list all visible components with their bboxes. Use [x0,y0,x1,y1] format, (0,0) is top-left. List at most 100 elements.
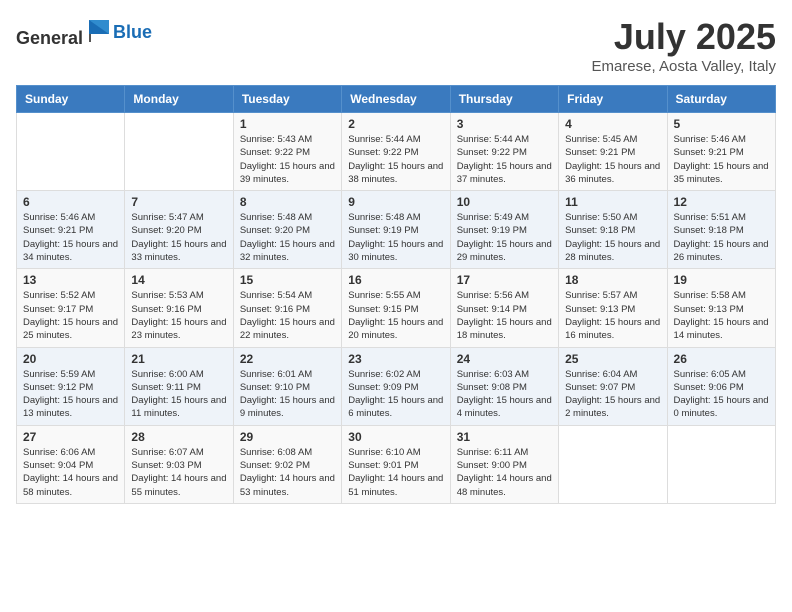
calendar-day-cell [17,113,125,191]
day-number: 10 [457,195,552,209]
calendar-day-cell: 27 Sunrise: 6:06 AMSunset: 9:04 PMDayligh… [17,425,125,503]
day-info: Sunrise: 5:51 AMSunset: 9:18 PMDaylight:… [674,211,769,264]
logo-text-blue: Blue [113,22,152,43]
calendar-day-cell: 1 Sunrise: 5:43 AMSunset: 9:22 PMDaylight… [233,113,341,191]
day-info: Sunrise: 5:45 AMSunset: 9:21 PMDaylight:… [565,133,660,186]
logo-flag-icon [85,16,113,44]
day-info: Sunrise: 5:52 AMSunset: 9:17 PMDaylight:… [23,289,118,342]
calendar-day-cell [667,425,775,503]
calendar-week-row: 27 Sunrise: 6:06 AMSunset: 9:04 PMDayligh… [17,425,776,503]
weekday-header-sunday: Sunday [17,86,125,113]
day-number: 11 [565,195,660,209]
calendar-day-cell: 18Sunrise: 5:57 AMSunset: 9:13 PMDayligh… [559,269,667,347]
weekday-header-monday: Monday [125,86,233,113]
day-number: 31 [457,430,552,444]
calendar-table: SundayMondayTuesdayWednesdayThursdayFrid… [16,85,776,504]
day-info: Sunrise: 5:50 AMSunset: 9:18 PMDaylight:… [565,211,660,264]
day-info: Sunrise: 6:06 AMSunset: 9:04 PMDaylight:… [23,446,118,499]
day-number: 4 [565,117,660,131]
day-info: Sunrise: 5:56 AMSunset: 9:14 PMDaylight:… [457,289,552,342]
day-info: Sunrise: 6:03 AMSunset: 9:08 PMDaylight:… [457,368,552,421]
day-info: Sunrise: 5:58 AMSunset: 9:13 PMDaylight:… [674,289,769,342]
calendar-day-cell: 11 Sunrise: 5:50 AMSunset: 9:18 PMDayligh… [559,191,667,269]
day-info: Sunrise: 5:46 AMSunset: 9:21 PMDaylight:… [674,133,769,186]
calendar-week-row: 20 Sunrise: 5:59 AMSunset: 9:12 PMDayligh… [17,347,776,425]
day-number: 6 [23,195,118,209]
weekday-header-saturday: Saturday [667,86,775,113]
day-number: 2 [348,117,443,131]
logo: General Blue [16,16,152,49]
calendar-day-cell: 22 Sunrise: 6:01 AMSunset: 9:10 PMDayligh… [233,347,341,425]
day-number: 27 [23,430,118,444]
day-number: 23 [348,352,443,366]
day-info: Sunrise: 6:11 AMSunset: 9:00 PMDaylight:… [457,446,552,499]
day-number: 12 [674,195,769,209]
calendar-day-cell: 20 Sunrise: 5:59 AMSunset: 9:12 PMDayligh… [17,347,125,425]
day-info: Sunrise: 5:55 AMSunset: 9:15 PMDaylight:… [348,289,443,342]
day-info: Sunrise: 6:05 AMSunset: 9:06 PMDaylight:… [674,368,769,421]
day-number: 16 [348,273,443,287]
day-number: 19 [674,273,769,287]
month-title: July 2025 [591,16,776,58]
calendar-day-cell: 19 Sunrise: 5:58 AMSunset: 9:13 PMDayligh… [667,269,775,347]
title-block: July 2025 Emarese, Aosta Valley, Italy [591,16,776,75]
calendar-day-cell: 8 Sunrise: 5:48 AMSunset: 9:20 PMDaylight… [233,191,341,269]
calendar-day-cell: 25Sunrise: 6:04 AMSunset: 9:07 PMDayligh… [559,347,667,425]
calendar-week-row: 6 Sunrise: 5:46 AMSunset: 9:21 PMDaylight… [17,191,776,269]
day-number: 24 [457,352,552,366]
day-info: Sunrise: 5:48 AMSunset: 9:19 PMDaylight:… [348,211,443,264]
day-number: 5 [674,117,769,131]
day-info: Sunrise: 5:59 AMSunset: 9:12 PMDaylight:… [23,368,118,421]
calendar-day-cell: 7 Sunrise: 5:47 AMSunset: 9:20 PMDaylight… [125,191,233,269]
calendar-day-cell: 14Sunrise: 5:53 AMSunset: 9:16 PMDayligh… [125,269,233,347]
day-info: Sunrise: 6:00 AMSunset: 9:11 PMDaylight:… [131,368,226,421]
calendar-header-row: SundayMondayTuesdayWednesdayThursdayFrid… [17,86,776,113]
weekday-header-wednesday: Wednesday [342,86,450,113]
day-number: 28 [131,430,226,444]
day-info: Sunrise: 5:46 AMSunset: 9:21 PMDaylight:… [23,211,118,264]
day-info: Sunrise: 5:49 AMSunset: 9:19 PMDaylight:… [457,211,552,264]
day-info: Sunrise: 6:10 AMSunset: 9:01 PMDaylight:… [348,446,443,499]
calendar-day-cell [125,113,233,191]
day-info: Sunrise: 5:47 AMSunset: 9:20 PMDaylight:… [131,211,226,264]
day-number: 21 [131,352,226,366]
calendar-day-cell: 24 Sunrise: 6:03 AMSunset: 9:08 PMDayligh… [450,347,558,425]
weekday-header-thursday: Thursday [450,86,558,113]
day-info: Sunrise: 5:53 AMSunset: 9:16 PMDaylight:… [131,289,226,342]
calendar-day-cell: 3 Sunrise: 5:44 AMSunset: 9:22 PMDaylight… [450,113,558,191]
calendar-day-cell: 30Sunrise: 6:10 AMSunset: 9:01 PMDayligh… [342,425,450,503]
calendar-day-cell [559,425,667,503]
day-number: 22 [240,352,335,366]
day-info: Sunrise: 5:44 AMSunset: 9:22 PMDaylight:… [348,133,443,186]
day-number: 20 [23,352,118,366]
day-number: 18 [565,273,660,287]
calendar-week-row: 13 Sunrise: 5:52 AMSunset: 9:17 PMDayligh… [17,269,776,347]
day-number: 17 [457,273,552,287]
day-number: 8 [240,195,335,209]
day-number: 1 [240,117,335,131]
day-number: 7 [131,195,226,209]
calendar-day-cell: 17 Sunrise: 5:56 AMSunset: 9:14 PMDayligh… [450,269,558,347]
calendar-day-cell: 29Sunrise: 6:08 AMSunset: 9:02 PMDayligh… [233,425,341,503]
location-title: Emarese, Aosta Valley, Italy [591,58,776,75]
day-number: 13 [23,273,118,287]
day-info: Sunrise: 5:44 AMSunset: 9:22 PMDaylight:… [457,133,552,186]
day-info: Sunrise: 5:54 AMSunset: 9:16 PMDaylight:… [240,289,335,342]
calendar-day-cell: 16 Sunrise: 5:55 AMSunset: 9:15 PMDayligh… [342,269,450,347]
day-info: Sunrise: 5:43 AMSunset: 9:22 PMDaylight:… [240,133,335,186]
calendar-day-cell: 9Sunrise: 5:48 AMSunset: 9:19 PMDaylight… [342,191,450,269]
day-number: 15 [240,273,335,287]
calendar-day-cell: 5 Sunrise: 5:46 AMSunset: 9:21 PMDaylight… [667,113,775,191]
calendar-day-cell: 23Sunrise: 6:02 AMSunset: 9:09 PMDayligh… [342,347,450,425]
calendar-day-cell: 13 Sunrise: 5:52 AMSunset: 9:17 PMDayligh… [17,269,125,347]
calendar-week-row: 1 Sunrise: 5:43 AMSunset: 9:22 PMDaylight… [17,113,776,191]
calendar-day-cell: 4 Sunrise: 5:45 AMSunset: 9:21 PMDaylight… [559,113,667,191]
calendar-day-cell: 10 Sunrise: 5:49 AMSunset: 9:19 PMDayligh… [450,191,558,269]
calendar-day-cell: 12 Sunrise: 5:51 AMSunset: 9:18 PMDayligh… [667,191,775,269]
weekday-header-friday: Friday [559,86,667,113]
day-number: 3 [457,117,552,131]
calendar-day-cell: 2 Sunrise: 5:44 AMSunset: 9:22 PMDaylight… [342,113,450,191]
calendar-day-cell: 15 Sunrise: 5:54 AMSunset: 9:16 PMDayligh… [233,269,341,347]
day-info: Sunrise: 6:01 AMSunset: 9:10 PMDaylight:… [240,368,335,421]
day-info: Sunrise: 5:48 AMSunset: 9:20 PMDaylight:… [240,211,335,264]
